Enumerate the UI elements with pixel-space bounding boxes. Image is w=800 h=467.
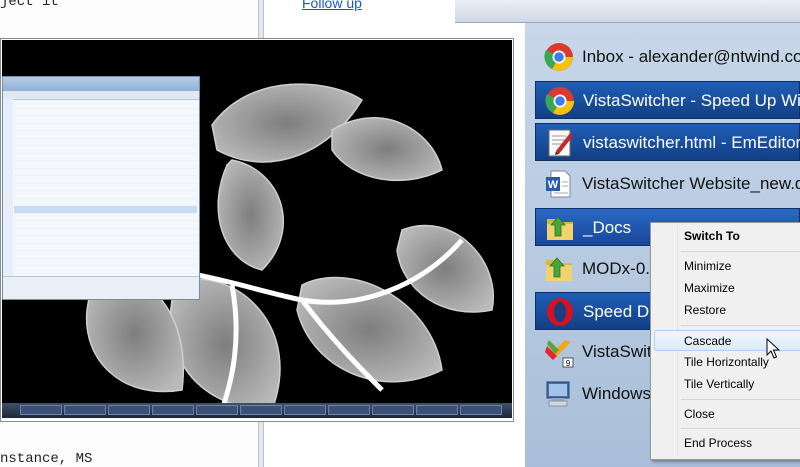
switcher-item[interactable]: Inbox - alexander@ntwind.com [535, 38, 800, 76]
word-icon: W [546, 170, 571, 198]
vistaswitcher-icon: 9 [545, 340, 574, 368]
editor-line: nstance, MS [0, 451, 93, 467]
windows-icon [546, 381, 570, 407]
follow-up-link[interactable]: Follow up [302, 0, 362, 11]
folder-icon [546, 257, 572, 281]
svg-text:9: 9 [566, 359, 571, 368]
menu-item-restore[interactable]: Restore [654, 300, 800, 321]
switcher-item[interactable]: vistaswitcher.html - EmEditor [535, 123, 800, 161]
svg-text:W: W [548, 179, 559, 191]
switcher-item-label: VistaSwitcher Website_new.d [582, 174, 800, 193]
opera-icon [547, 298, 573, 326]
menu-item-minimize[interactable]: Minimize [654, 256, 800, 277]
switcher-item-label: Inbox - alexander@ntwind.com [582, 47, 800, 66]
chrome-icon [545, 87, 574, 115]
switcher-item-label: _Docs [583, 218, 632, 237]
chrome-icon [544, 43, 573, 71]
background-toolbar [455, 0, 800, 23]
menu-item-tile-vertically[interactable]: Tile Vertically [654, 374, 800, 395]
switcher-item-label: VistaSwitcher - Speed Up Wi [583, 91, 800, 110]
emeditor-icon [548, 129, 573, 157]
menu-item-end-process[interactable]: End Process [654, 433, 800, 454]
menu-item-close[interactable]: Close [654, 404, 800, 425]
window-preview [0, 38, 514, 422]
menu-item-switch-to[interactable]: Switch To [654, 226, 800, 247]
editor-line: ject it [0, 0, 59, 10]
switcher-item-label: Speed Di [583, 302, 653, 321]
taskbar-thumbnail [2, 403, 512, 418]
explorer-window-thumbnail [2, 76, 200, 300]
switcher-item-label: VistaSwit [582, 342, 652, 361]
switcher-item-label: MODx-0. [582, 259, 650, 278]
switcher-item-label: Windows [582, 384, 651, 403]
folder-icon [547, 216, 573, 240]
switcher-item[interactable]: W VistaSwitcher Website_new.d [535, 165, 800, 203]
desktop-preview-image [2, 40, 512, 418]
menu-item-maximize[interactable]: Maximize [654, 278, 800, 299]
switcher-item[interactable]: VistaSwitcher - Speed Up Wi [535, 81, 800, 119]
mouse-cursor-icon [766, 338, 780, 359]
switcher-item-label: vistaswitcher.html - EmEditor [583, 133, 800, 152]
